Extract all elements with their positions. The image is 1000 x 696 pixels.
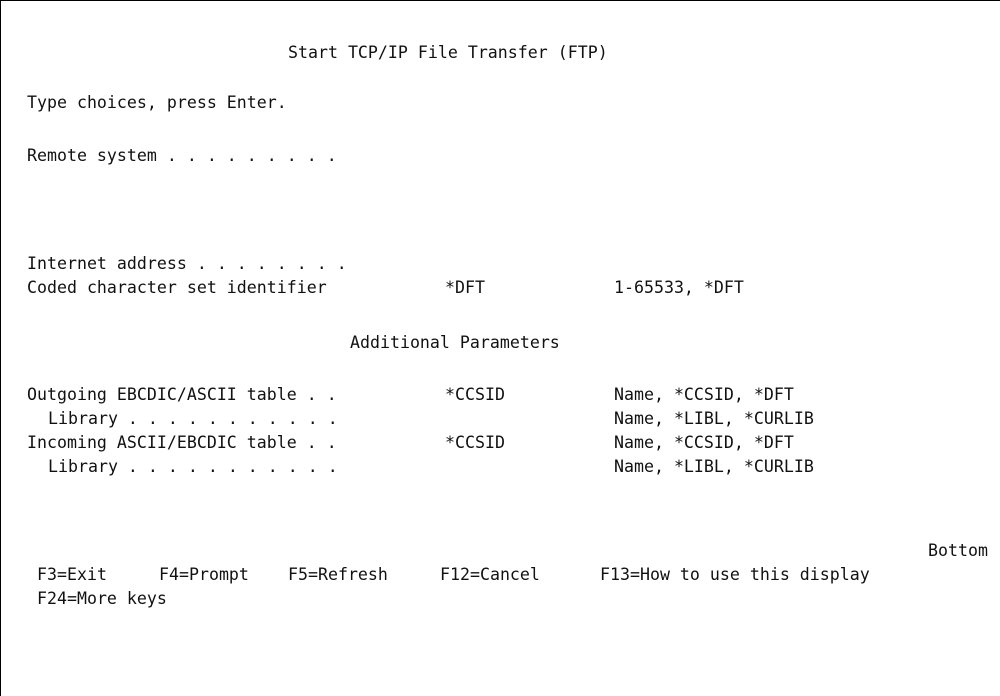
internet-address-label: Internet address . . . . . . . .	[27, 254, 347, 273]
f24-more-keys[interactable]: F24=More keys	[37, 589, 167, 609]
f4-prompt-key[interactable]: F4=Prompt	[159, 565, 249, 585]
additional-parameters-header: Additional Parameters	[350, 333, 560, 352]
f12-cancel-key[interactable]: F12=Cancel	[440, 565, 540, 585]
incoming-table-field[interactable]: *CCSID	[445, 433, 545, 453]
f13-help-key[interactable]: F13=How to use this display	[600, 565, 870, 585]
remote-system-field[interactable]	[445, 146, 965, 166]
instruction-text: Type choices, press Enter.	[27, 93, 287, 112]
outgoing-table-hint: Name, *CCSID, *DFT	[614, 385, 794, 404]
outgoing-table-label: Outgoing EBCDIC/ASCII table . .	[27, 385, 337, 404]
outgoing-library-field[interactable]	[445, 409, 545, 429]
remote-system-label: Remote system . . . . . . . . .	[27, 146, 337, 165]
outgoing-library-label: Library . . . . . . . . . . .	[48, 409, 338, 428]
incoming-table-label: Incoming ASCII/EBCDIC table . .	[27, 433, 337, 452]
f5-refresh-key[interactable]: F5=Refresh	[288, 565, 388, 585]
ccsid-hint: 1-65533, *DFT	[614, 278, 744, 297]
incoming-library-label: Library . . . . . . . . . . .	[48, 457, 338, 476]
f3-exit-key[interactable]: F3=Exit	[37, 565, 107, 585]
screen-title: Start TCP/IP File Transfer (FTP)	[288, 43, 608, 62]
incoming-library-field[interactable]	[445, 457, 545, 477]
incoming-table-hint: Name, *CCSID, *DFT	[614, 433, 794, 452]
frame-top-border	[0, 0, 1000, 1]
outgoing-table-field[interactable]: *CCSID	[445, 385, 545, 405]
outgoing-library-hint: Name, *LIBL, *CURLIB	[614, 409, 814, 428]
position-indicator: Bottom	[928, 541, 988, 560]
ccsid-field[interactable]: *DFT	[445, 278, 545, 298]
frame-left-border	[0, 0, 1, 696]
internet-address-field[interactable]	[445, 254, 965, 274]
ccsid-label: Coded character set identifier	[27, 278, 327, 297]
incoming-library-hint: Name, *LIBL, *CURLIB	[614, 457, 814, 476]
